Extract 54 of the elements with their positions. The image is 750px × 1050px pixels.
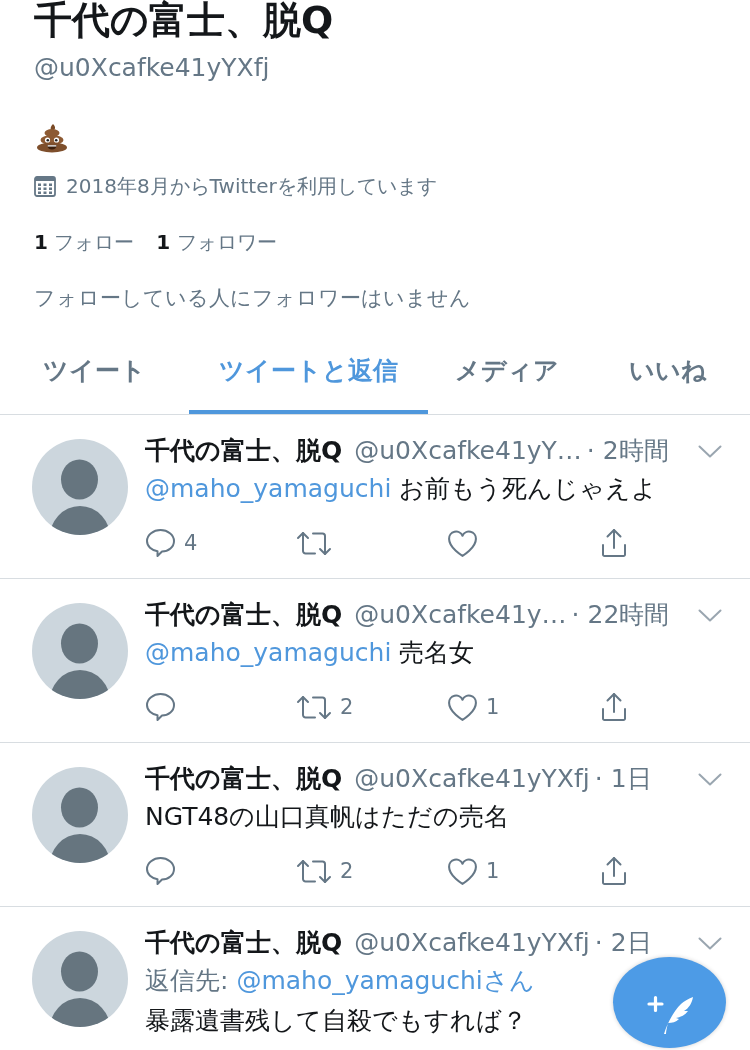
- reply-to-text: 返信先: @maho_yamaguchiさん: [145, 965, 535, 997]
- like-button[interactable]: 1: [447, 689, 500, 725]
- mention-link[interactable]: @maho_yamaguchiさん: [236, 966, 535, 995]
- avatar-icon[interactable]: [32, 439, 128, 535]
- user-handle: @u0Xcafke41yYXfj: [354, 763, 590, 795]
- followers-link[interactable]: 1 フォロワー: [156, 228, 277, 256]
- tweet-time: · 1日: [594, 763, 652, 795]
- tweet-text: @maho_yamaguchi 売名女: [145, 637, 475, 669]
- followers-note: フォローしている人にフォロワーはいません: [34, 285, 471, 312]
- user-handle: @u0Xcafke41y…: [354, 599, 567, 631]
- retweet-button[interactable]: 2: [296, 689, 354, 725]
- retweet-button[interactable]: 2: [296, 853, 354, 889]
- chevron-down-icon[interactable]: [698, 936, 722, 950]
- display-name: 千代の富士、脱Q: [145, 927, 343, 959]
- mention-link[interactable]: @maho_yamaguchi: [145, 638, 392, 667]
- profile-name: 千代の富士、脱Q: [34, 0, 334, 40]
- retweet-icon: [296, 529, 332, 557]
- speech-bubble-icon: [145, 692, 176, 722]
- following-link[interactable]: 1 フォロー: [34, 228, 135, 256]
- heart-icon: [447, 692, 478, 722]
- tweet-text: @maho_yamaguchi お前もう死んじゃえよ: [145, 473, 658, 505]
- user-handle: @u0Xcafke41yYXfj: [354, 927, 590, 959]
- user-handle: @u0Xcafke41yY…: [354, 435, 582, 467]
- tab[interactable]: いいね: [586, 339, 750, 414]
- retweet-icon: [296, 693, 332, 721]
- heart-icon: [447, 856, 478, 886]
- joined-date: 2018年8月からTwitterを利用しています: [66, 173, 437, 200]
- heart-icon: [447, 528, 478, 558]
- speech-bubble-icon: [145, 528, 176, 558]
- tweet-text: 暴露遺書残して自殺でもすれば？: [145, 1005, 527, 1037]
- display-name: 千代の富士、脱Q: [145, 763, 343, 795]
- tweet-time: · 2日: [594, 927, 652, 959]
- chevron-down-icon[interactable]: [698, 608, 722, 622]
- display-name: 千代の富士、脱Q: [145, 435, 343, 467]
- like-button[interactable]: 1: [447, 853, 500, 889]
- poop-emoji-icon: [36, 123, 68, 153]
- tab[interactable]: ツイートと返信: [189, 339, 428, 414]
- mention-link[interactable]: @maho_yamaguchi: [145, 474, 392, 503]
- avatar-icon[interactable]: [32, 603, 128, 699]
- chevron-down-icon[interactable]: [698, 772, 722, 786]
- display-name: 千代の富士、脱Q: [145, 599, 343, 631]
- calendar-icon: [34, 175, 56, 197]
- tweet-time: · 22時間: [571, 599, 670, 631]
- avatar-icon[interactable]: [32, 767, 128, 863]
- tab[interactable]: ツイート: [0, 339, 189, 414]
- chevron-down-icon[interactable]: [698, 444, 722, 458]
- retweet-icon: [296, 857, 332, 885]
- profile-handle: @u0Xcafke41yYXfj: [34, 53, 270, 83]
- tweet-text: NGT48の山口真帆はただの売名: [145, 801, 510, 833]
- speech-bubble-icon: [145, 856, 176, 886]
- tab[interactable]: メディア: [428, 339, 586, 414]
- reply-button[interactable]: 4: [145, 525, 198, 561]
- tweet-time: · 2時間: [586, 435, 669, 467]
- avatar-icon[interactable]: [32, 931, 128, 1027]
